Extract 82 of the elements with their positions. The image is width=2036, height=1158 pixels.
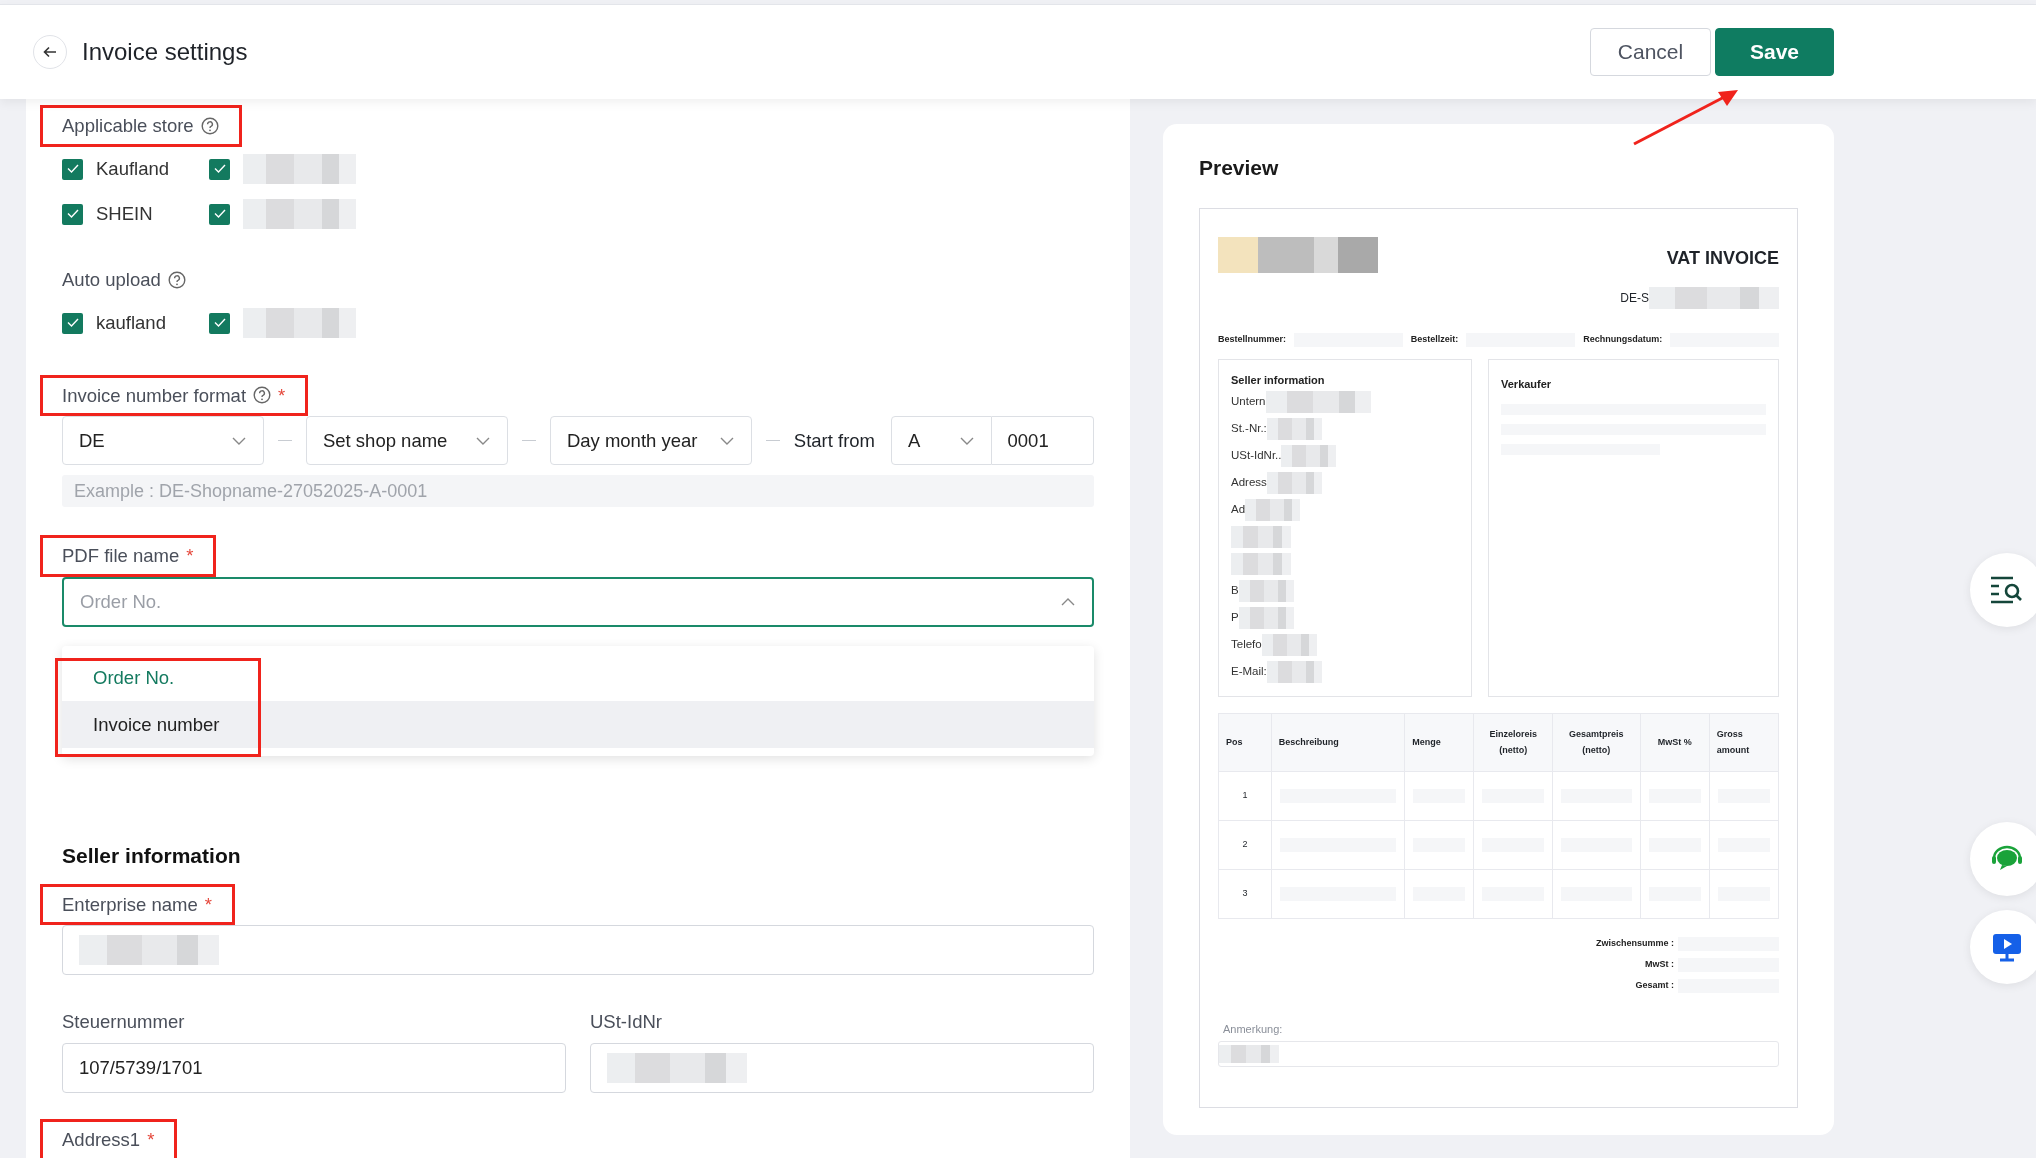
redacted-patch — [1266, 471, 1322, 494]
box-title: Verkaufer — [1501, 376, 1553, 392]
meta-label: Rechnungsdatum: — [1583, 332, 1663, 346]
input-field[interactable] — [62, 925, 1094, 976]
redacted-patch — [1231, 552, 1291, 575]
meta-label: Bestellnummer: — [1218, 332, 1287, 346]
seller-line-text: USt-IdNr.. — [1231, 447, 1282, 463]
checkbox[interactable] — [62, 203, 83, 225]
select-field[interactable]: A — [891, 416, 992, 466]
total-label: Gesamt : — [1635, 978, 1674, 992]
checkbox-label: SHEIN — [96, 202, 153, 227]
checkbox-label: kaufland — [96, 311, 166, 336]
select-field[interactable]: DE — [62, 416, 265, 466]
input-field[interactable] — [590, 1043, 1094, 1093]
remark-label: Anmerkung: — [1223, 1021, 1284, 1037]
column-header: Gesamtpreis (netto) — [1552, 713, 1641, 771]
invoice-number: DE-S — [1620, 289, 1649, 307]
field-label: Invoice number format — [62, 383, 247, 408]
checkbox-label: Kaufland — [96, 157, 170, 182]
total-label: Zwischensumme : — [1595, 936, 1674, 950]
select-field[interactable]: Day month year — [549, 416, 753, 466]
redacted-patch — [1231, 525, 1291, 548]
total-label: MwSt : — [1645, 957, 1674, 971]
required-mark: * — [147, 1128, 155, 1152]
seller-line-text: B — [1231, 582, 1239, 598]
redacted-patch — [1238, 606, 1294, 629]
checkbox[interactable] — [209, 203, 230, 225]
column-header: Gross amount — [1709, 713, 1779, 771]
seller-line-text: E-Mail: — [1231, 663, 1267, 679]
column-header: Einzeloreis (netto) — [1473, 713, 1553, 771]
required-mark: * — [204, 892, 212, 917]
field-label: Enterprise name — [62, 892, 198, 917]
checkbox[interactable] — [62, 312, 83, 334]
redacted-patch — [1266, 417, 1322, 440]
field-label: Address1 — [62, 1128, 141, 1152]
row-number: 2 — [1218, 820, 1272, 869]
seller-line-text: P — [1231, 609, 1239, 625]
field-label: Steuernummer — [62, 1010, 185, 1035]
redacted-patch — [1219, 1045, 1279, 1063]
input-field[interactable]: 0001 — [991, 416, 1094, 466]
column-header: Menge — [1404, 713, 1474, 771]
checkbox[interactable] — [209, 312, 230, 334]
dropdown-option[interactable]: Invoice number — [62, 701, 1094, 748]
checkbox[interactable] — [209, 158, 230, 180]
redacted-patch — [1281, 444, 1337, 467]
checkbox[interactable] — [62, 158, 83, 180]
field-label: Auto upload — [62, 267, 161, 292]
required-mark: * — [278, 383, 286, 408]
save-button[interactable]: Save — [1715, 28, 1834, 76]
seller-line-text: St.-Nr.: — [1231, 420, 1267, 436]
redacted-patch — [1266, 660, 1322, 683]
meta-label: Bestellzeit: — [1410, 332, 1459, 346]
seller-line-text: Adress — [1231, 474, 1267, 490]
input-field[interactable]: 107/5739/1701 — [62, 1043, 566, 1093]
redacted-patch — [1245, 498, 1301, 521]
invoice-title: VAT INVOICE — [1666, 246, 1779, 270]
back-button[interactable] — [33, 35, 67, 69]
preview-title: Preview — [1199, 155, 1280, 181]
select-field[interactable]: Set shop name — [305, 416, 509, 466]
seller-line-text: Untern — [1231, 393, 1266, 409]
field-label: USt-IdNr — [590, 1010, 662, 1035]
field-label: PDF file name — [62, 544, 180, 569]
column-header: Pos — [1218, 713, 1272, 771]
redacted-patch — [1238, 579, 1294, 602]
box-title: Seller information — [1231, 372, 1326, 388]
dropdown-option[interactable]: Order No. — [62, 654, 1094, 701]
chevron-up-icon — [1060, 596, 1076, 608]
page-title: Invoice settings — [82, 37, 248, 67]
redacted-patch — [1261, 633, 1317, 656]
seller-line-text: Ad — [1231, 501, 1246, 517]
start-from-label: Start from — [793, 428, 876, 453]
row-number: 3 — [1218, 869, 1272, 918]
row-number: 1 — [1218, 771, 1272, 820]
example-text: Example : DE-Shopname-27052025-A-0001 — [62, 475, 1094, 508]
field-label: Applicable store — [62, 114, 194, 138]
section-title: Seller information — [62, 843, 242, 869]
cancel-button[interactable]: Cancel — [1590, 28, 1711, 76]
required-mark: * — [186, 544, 194, 569]
arrow-left-icon — [42, 44, 58, 60]
seller-line-text: Telefo — [1231, 636, 1262, 652]
column-header: Beschreibung — [1271, 713, 1405, 771]
column-header: MwSt % — [1640, 713, 1710, 771]
